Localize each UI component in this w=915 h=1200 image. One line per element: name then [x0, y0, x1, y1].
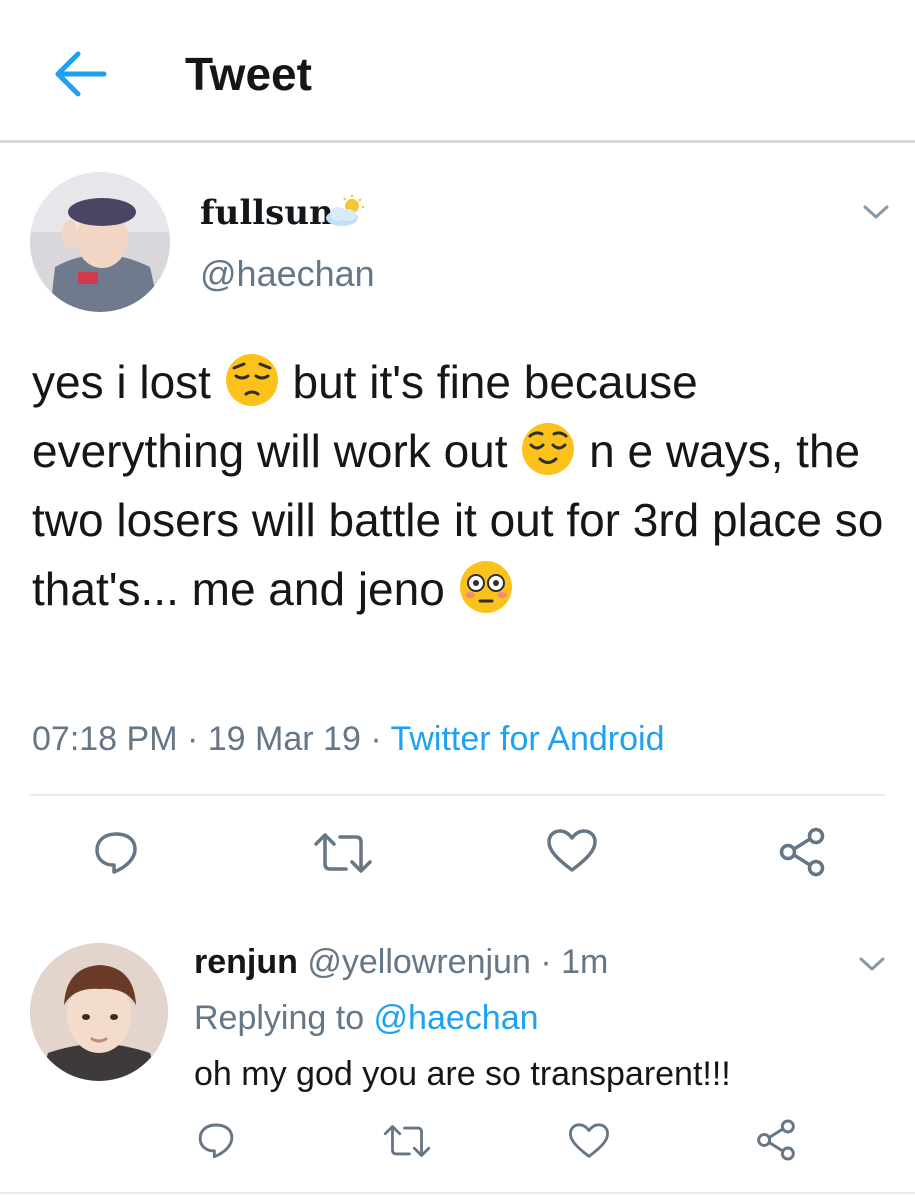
retweet-icon[interactable] — [312, 832, 374, 874]
tweet-date: 19 Mar 19 — [207, 720, 361, 758]
reply-header: renjun @yellowrenjun · 1m — [194, 940, 608, 984]
tweet-text: yes i lost but it's fine because everyth… — [32, 348, 892, 624]
reply-icon[interactable] — [92, 828, 140, 876]
back-button[interactable] — [50, 46, 110, 106]
top-app-bar: Tweet — [0, 0, 915, 143]
author-display-name[interactable]: fullsun — [200, 192, 334, 234]
tweet-meta: 07:18 PM · 19 Mar 19 · Twitter for Andro… — [32, 717, 665, 761]
author-handle[interactable]: @haechan — [200, 252, 375, 296]
author-avatar[interactable] — [30, 172, 170, 312]
tweet-text-part: yes i lost — [32, 356, 224, 408]
sun-behind-cloud-icon — [326, 195, 364, 226]
tweet-detail-screen: Tweet fullsun @haechan yes i lost but it… — [0, 0, 915, 1200]
reply-author-avatar[interactable] — [30, 943, 168, 1081]
divider — [30, 794, 885, 796]
like-icon[interactable] — [546, 828, 598, 874]
tweet-source-link[interactable]: Twitter for Android — [390, 720, 664, 758]
reply-time: 1m — [561, 943, 609, 981]
reply-icon[interactable] — [196, 1120, 236, 1160]
chevron-down-icon[interactable] — [862, 202, 890, 222]
chevron-down-icon[interactable] — [858, 954, 886, 974]
pensive-face-icon — [225, 354, 278, 406]
replying-to-line: Replying to @haechan — [194, 996, 539, 1040]
replying-to-label: Replying to — [194, 999, 374, 1037]
meta-separator: · — [370, 720, 382, 758]
reply-handle[interactable]: @yellowrenjun — [307, 943, 531, 981]
replying-to-link[interactable]: @haechan — [374, 999, 539, 1037]
flushed-face-icon — [459, 561, 512, 613]
like-icon[interactable] — [568, 1122, 610, 1160]
divider — [0, 1192, 915, 1200]
page-title: Tweet — [185, 48, 312, 100]
share-icon[interactable] — [776, 826, 828, 878]
reply-separator: · — [540, 943, 552, 981]
meta-separator: · — [186, 720, 199, 758]
tweet-time: 07:18 PM — [32, 720, 178, 758]
share-icon[interactable] — [754, 1118, 798, 1162]
relieved-face-icon — [522, 423, 575, 475]
reply-text: oh my god you are so transparent!!! — [194, 1055, 731, 1093]
retweet-icon[interactable] — [382, 1124, 432, 1158]
arrow-left-icon — [55, 51, 107, 97]
reply-display-name[interactable]: renjun — [194, 943, 298, 981]
